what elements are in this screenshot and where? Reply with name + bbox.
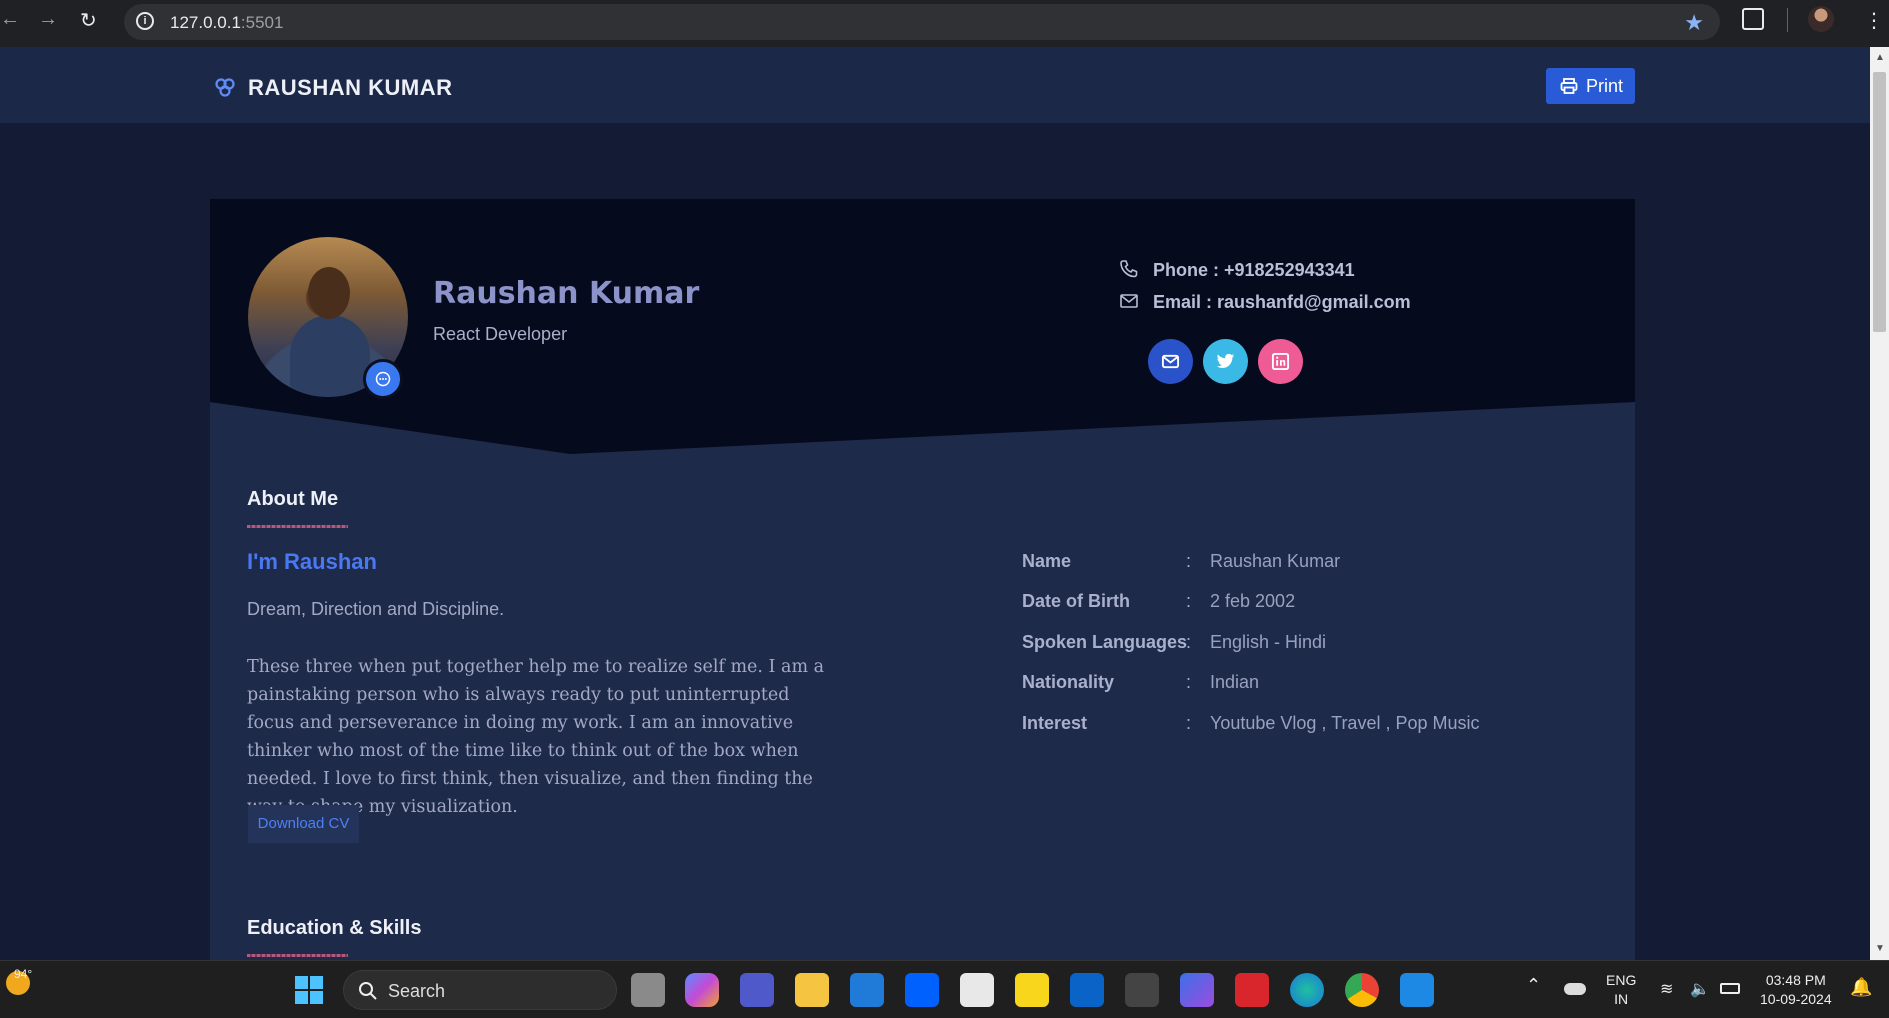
clock-date: 10-09-2024 (1760, 991, 1832, 1007)
social-twitter-button[interactable] (1203, 339, 1248, 384)
battery-icon[interactable] (1720, 983, 1740, 994)
volume-icon[interactable]: 🔈 (1690, 979, 1710, 999)
twitter-icon (1216, 353, 1235, 368)
clock-time: 03:48 PM (1765, 972, 1826, 988)
download-cv-button[interactable]: Download CV (248, 805, 359, 843)
browser-toolbar: ← → ↻ i 127.0.0.1:5501 ★ ⋮ (0, 0, 1889, 47)
detail-key: Spoken Languages (1022, 632, 1188, 652)
region-code: IN (1614, 991, 1629, 1007)
printer-icon (1560, 78, 1578, 94)
amazon-icon[interactable] (960, 973, 994, 1007)
mail-app-icon[interactable] (850, 973, 884, 1007)
detail-value: Indian (1210, 672, 1260, 692)
detail-sep: : (1186, 672, 1192, 692)
search-label: Search (388, 981, 446, 1001)
chevron-up-icon[interactable]: ⌃ (1526, 975, 1541, 996)
phone-icon (1120, 260, 1138, 278)
chrome-icon[interactable] (1345, 973, 1379, 1007)
brand-name[interactable]: RAUSHAN KUMAR (248, 75, 453, 101)
file-explorer-icon[interactable] (795, 973, 829, 1007)
teams-icon[interactable] (740, 973, 774, 1007)
wifi-icon[interactable]: ≋ (1660, 979, 1673, 999)
notification-bell-icon[interactable]: 🔔 (1850, 977, 1872, 998)
back-icon[interactable]: ← (0, 8, 20, 31)
brand-logo-icon (215, 78, 235, 97)
language-code: ENG (1606, 972, 1637, 988)
app-icon[interactable] (1125, 973, 1159, 1007)
social-email-button[interactable] (1148, 339, 1193, 384)
detail-value: Raushan Kumar (1210, 551, 1341, 571)
detail-value: Youtube Vlog , Travel , Pop Music (1210, 713, 1480, 733)
about-paragraph: These three when put together help me to… (247, 657, 825, 817)
power-automate-icon[interactable] (1180, 973, 1214, 1007)
start-icon[interactable] (293, 974, 325, 1006)
profile-role: React Developer (433, 324, 568, 344)
about-underline (247, 525, 348, 528)
taskbar-search[interactable]: Search (343, 970, 617, 1010)
toolbar-divider (1787, 8, 1788, 32)
vscode-icon[interactable] (1400, 973, 1434, 1007)
about-intro: I'm Raushan (247, 549, 377, 574)
detail-key: Interest (1022, 713, 1088, 733)
chat-icon (375, 371, 391, 387)
resume-card: Raushan Kumar React Developer Phone : +9… (210, 199, 1635, 960)
flipkart-icon[interactable] (1015, 973, 1049, 1007)
language-indicator[interactable]: ENG IN (1606, 971, 1636, 1009)
rediff-icon[interactable] (1235, 973, 1269, 1007)
education-title: Education & Skills (247, 917, 422, 939)
reload-icon[interactable]: ↻ (80, 8, 97, 33)
mail-icon (1120, 294, 1138, 308)
chat-badge[interactable] (363, 359, 403, 399)
email-text: Email : raushanfd@gmail.com (1153, 292, 1411, 312)
scrollbar-thumb[interactable] (1873, 72, 1886, 332)
print-label: Print (1586, 76, 1624, 96)
about-title: About Me (247, 488, 339, 510)
about-tagline: Dream, Direction and Discipline. (247, 599, 505, 619)
phone-text: Phone : +918252943341 (1153, 260, 1355, 280)
scroll-up-icon[interactable]: ▲ (1875, 52, 1885, 63)
print-button[interactable]: Print (1546, 68, 1635, 104)
detail-sep: : (1186, 713, 1192, 733)
onedrive-icon[interactable] (1564, 983, 1586, 995)
taskbar: 94° Search ⌃ ENG IN ≋ 🔈 03:48 PM 10-09-2… (0, 960, 1889, 1018)
detail-key: Name (1022, 551, 1072, 571)
search-icon (359, 982, 377, 1000)
linkedin-icon (1271, 352, 1290, 371)
detail-sep: : (1186, 632, 1192, 652)
outlook-icon[interactable] (1070, 973, 1104, 1007)
copilot-icon[interactable] (685, 973, 719, 1007)
education-underline (247, 954, 348, 957)
contact-phone: Phone : +918252943341 (1120, 260, 1355, 281)
bookmark-star-icon[interactable]: ★ (1684, 10, 1704, 36)
detail-value: 2 feb 2002 (1210, 591, 1296, 611)
detail-sep: : (1186, 591, 1192, 611)
hero-background (210, 199, 1635, 454)
clock[interactable]: 03:48 PM 10-09-2024 (1760, 971, 1832, 1009)
dropbox-icon[interactable] (905, 973, 939, 1007)
detail-value: English - Hindi (1210, 632, 1327, 652)
weather-temp: 94° (14, 967, 33, 981)
forward-icon[interactable]: → (38, 8, 58, 31)
detail-key: Nationality (1022, 672, 1115, 692)
edge-icon[interactable] (1290, 973, 1324, 1007)
contact-email: Email : raushanfd@gmail.com (1120, 292, 1411, 313)
scroll-down-icon[interactable]: ▼ (1875, 943, 1885, 954)
detail-sep: : (1186, 551, 1192, 571)
site-info-icon[interactable]: i (136, 12, 154, 30)
url-text: 127.0.0.1:5501 (170, 13, 284, 32)
profile-avatar[interactable] (1808, 6, 1834, 32)
extensions-icon[interactable] (1742, 8, 1764, 30)
task-view-icon[interactable] (631, 973, 665, 1007)
menu-icon[interactable]: ⋮ (1864, 8, 1884, 33)
social-linkedin-button[interactable] (1258, 339, 1303, 384)
address-bar[interactable]: i 127.0.0.1:5501 ★ (124, 4, 1720, 40)
detail-key: Date of Birth (1022, 591, 1130, 611)
profile-name: Raushan Kumar (433, 276, 700, 311)
envelope-icon (1161, 354, 1180, 369)
